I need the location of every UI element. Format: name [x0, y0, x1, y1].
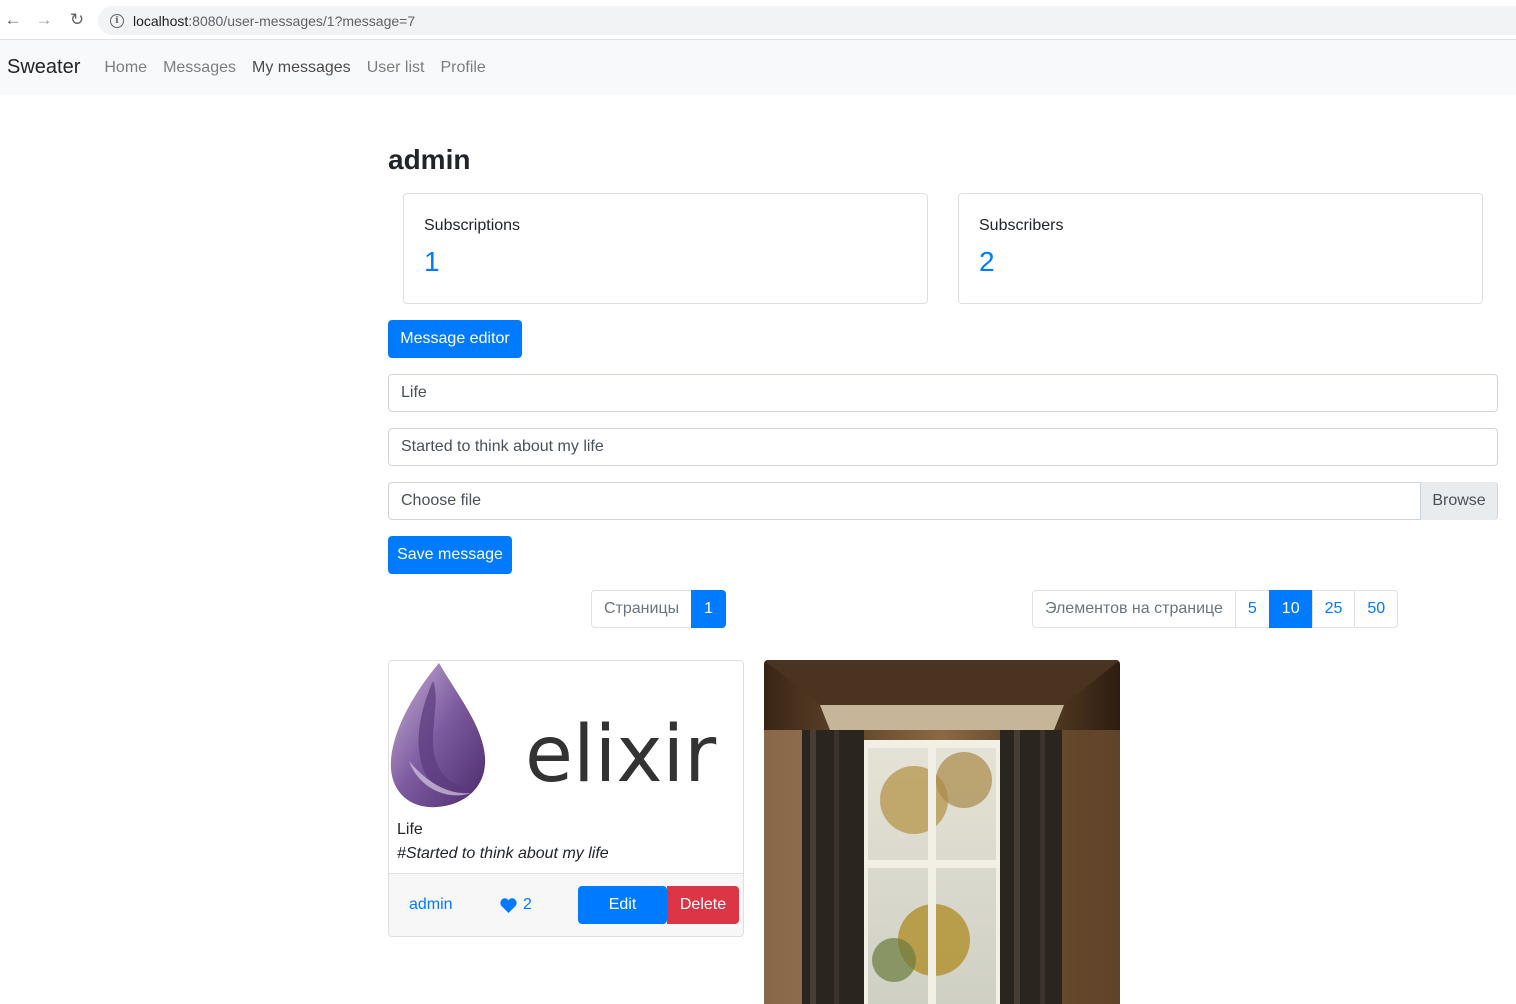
- nav-link-messages[interactable]: Messages: [163, 59, 236, 77]
- delete-button[interactable]: Delete: [667, 886, 739, 924]
- message-tag: #Started to think about my life: [397, 845, 609, 862]
- message-card: elixir Life #Started to think about my l…: [388, 660, 744, 937]
- page-pagination: Страницы 1: [591, 590, 727, 628]
- message-photo: [764, 660, 1120, 1004]
- page-size-5[interactable]: 5: [1234, 590, 1270, 628]
- nav-link-home[interactable]: Home: [104, 59, 147, 77]
- file-input[interactable]: Choose file Browse: [388, 482, 1498, 520]
- subscribers-card: Subscribers 2: [958, 193, 1483, 304]
- url-host: localhost: [133, 12, 189, 29]
- nav-link-user-list[interactable]: User list: [367, 59, 425, 77]
- subscriptions-label: Subscriptions: [424, 217, 521, 234]
- subscriptions-count[interactable]: 1: [424, 246, 907, 278]
- page-size-pagination: Элементов на странице 5 10 25 50: [1032, 590, 1399, 628]
- window-photo: [764, 660, 1120, 1004]
- elixir-logo: elixir: [390, 663, 717, 808]
- nav-link-my-messages[interactable]: My messages: [252, 59, 351, 77]
- subscribers-label: Subscribers: [979, 217, 1064, 234]
- elixir-wordmark: elixir: [525, 710, 717, 800]
- message-title: Life: [397, 821, 423, 838]
- heart-icon: [500, 897, 517, 913]
- author-link[interactable]: admin: [409, 896, 453, 914]
- message-footer: admin 2 Edit Delete: [389, 873, 743, 936]
- info-icon[interactable]: i: [110, 13, 124, 28]
- message-image: elixir: [389, 661, 743, 809]
- url-path: :8080/user-messages/1?message=7: [188, 12, 416, 29]
- title-input[interactable]: Life: [388, 374, 1498, 412]
- page-size-50[interactable]: 50: [1354, 590, 1399, 628]
- navbar: Sweater Home Messages My messages User l…: [0, 40, 1516, 95]
- save-message-button[interactable]: Save message: [388, 536, 512, 574]
- page-size-label: Элементов на странице: [1032, 590, 1236, 628]
- back-icon[interactable]: ←: [2, 9, 24, 31]
- page-size-10[interactable]: 10: [1268, 590, 1313, 628]
- nav-link-profile[interactable]: Profile: [440, 59, 485, 77]
- address-bar[interactable]: i localhost:8080/user-messages/1?message…: [98, 6, 1516, 35]
- brand-link[interactable]: Sweater: [7, 56, 80, 79]
- file-placeholder: Choose file: [401, 492, 482, 509]
- edit-button[interactable]: Edit: [578, 886, 667, 924]
- pages-label: Страницы: [591, 590, 693, 628]
- subscribers-count[interactable]: 2: [979, 246, 1462, 278]
- like-button[interactable]: 2: [500, 896, 532, 914]
- like-count: 2: [523, 896, 532, 913]
- reload-icon[interactable]: ↻: [66, 9, 88, 31]
- message-editor-button[interactable]: Message editor: [388, 320, 522, 358]
- page-title: admin: [388, 144, 471, 175]
- forward-icon[interactable]: →: [33, 9, 55, 31]
- browse-button[interactable]: Browse: [1420, 482, 1497, 520]
- subscriptions-card: Subscriptions 1: [403, 193, 928, 304]
- text-input[interactable]: Started to think about my life: [388, 428, 1498, 466]
- page-size-25[interactable]: 25: [1311, 590, 1356, 628]
- browser-toolbar: ← → ↻ i localhost:8080/user-messages/1?m…: [0, 0, 1516, 40]
- page-link-1[interactable]: 1: [691, 590, 727, 628]
